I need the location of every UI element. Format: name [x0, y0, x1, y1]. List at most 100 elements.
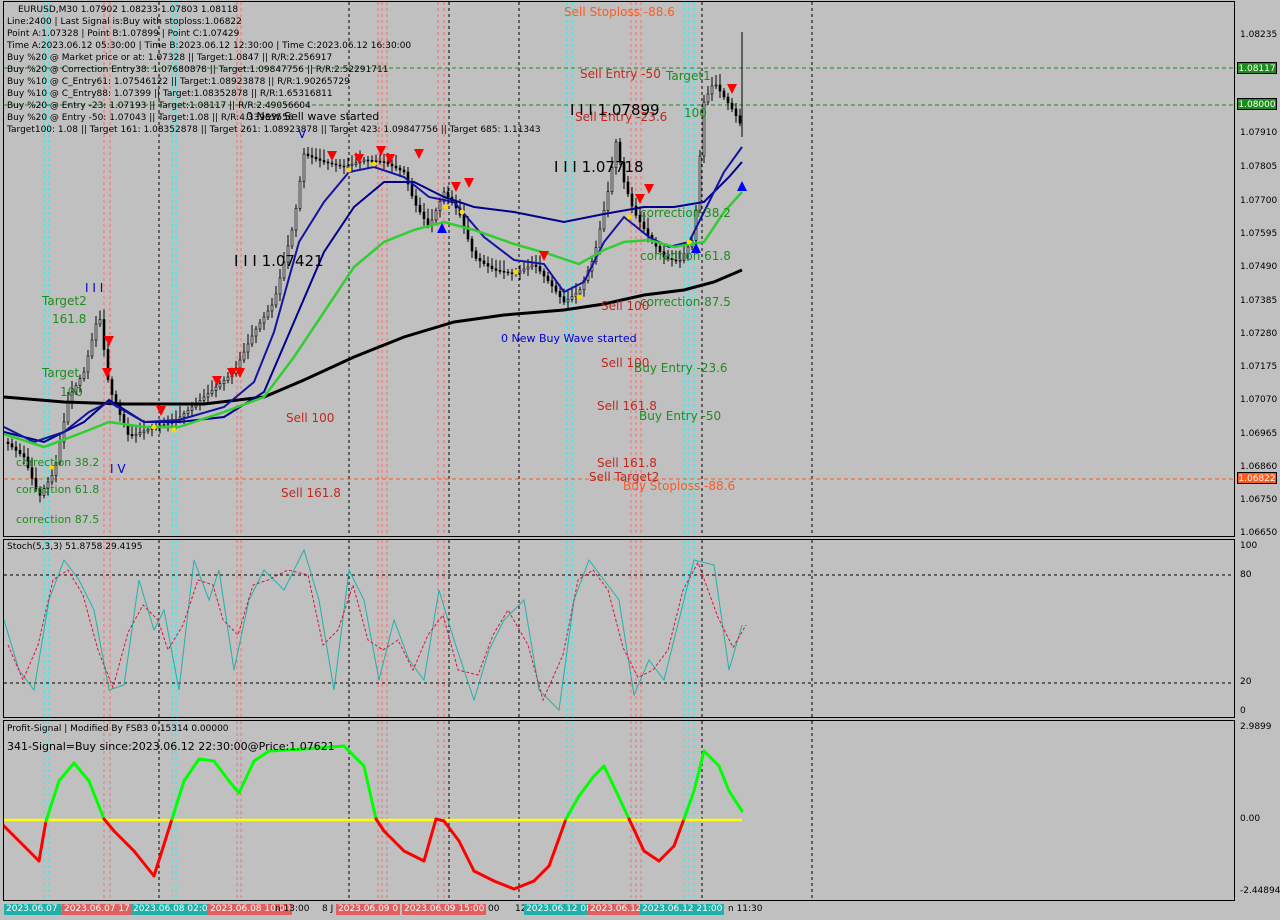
candle-body: [426, 218, 430, 226]
candle-body: [306, 153, 310, 156]
profit-down-segment: [547, 817, 568, 868]
time-label: 2023.06.12 21:00: [640, 904, 725, 915]
signal-star: [459, 209, 465, 215]
candle-body: [438, 201, 442, 211]
candle-body: [374, 160, 378, 163]
candle-body: [530, 264, 534, 268]
candle-body: [342, 165, 346, 168]
info-line-3: Time A:2023.06.12 05:30:00 | Time B:2023…: [7, 41, 412, 51]
profit-down-segment: [457, 839, 476, 873]
candle-body: [550, 280, 554, 287]
candle-body: [498, 270, 502, 272]
info-line-7: Buy %10 @ C_Entry88: 1.07399 || Target:1…: [7, 89, 333, 99]
stoch-signal-line: [7, 561, 747, 702]
candle-body: [706, 93, 710, 103]
profit-tick: 2.9899: [1240, 722, 1272, 732]
profit-down-segment: [672, 817, 686, 848]
profit-down-segment: [152, 817, 174, 878]
profit-down-segment: [132, 849, 156, 878]
profit-down-segment: [657, 844, 676, 863]
candle-body: [238, 359, 242, 369]
stochastic-canvas[interactable]: [4, 540, 1235, 718]
candle-body: [566, 299, 570, 303]
candle-body: [318, 158, 322, 161]
candle-body: [18, 450, 22, 454]
candle-body: [598, 228, 602, 248]
target-100-left-label: 100: [60, 385, 83, 399]
candle-body: [206, 393, 210, 398]
price-tick: 1.06650: [1240, 528, 1278, 538]
candle-body: [162, 424, 166, 426]
profit-title: Profit-Signal | Modified By FSB3 0.15314…: [7, 724, 229, 734]
candle-body: [310, 155, 314, 158]
profit-up-segment: [197, 757, 216, 763]
info-line-4: Buy %20 @ Market price or at: 1.07328 ||…: [7, 53, 333, 63]
stoch-title: Stoch(5,3,3) 51.8758 29.4195: [7, 542, 143, 552]
candle-body: [482, 260, 486, 264]
profit-up-segment: [592, 764, 606, 778]
profit-up-segment: [602, 764, 618, 793]
candle-body: [710, 85, 714, 95]
candle-body: [246, 343, 250, 353]
price-box-stoploss: 1.06822: [1237, 472, 1277, 484]
candle-body: [730, 102, 734, 110]
signal-star: [371, 161, 377, 167]
candle-body: [506, 271, 510, 274]
candle-body: [214, 386, 218, 391]
candle-body: [350, 163, 354, 166]
candle-body: [258, 322, 262, 330]
candle-body: [290, 229, 294, 247]
candle-body: [98, 319, 102, 325]
target-left-label: Target: [42, 366, 80, 380]
candle-body: [218, 383, 222, 388]
candle-body: [510, 272, 514, 275]
candle-body: [50, 475, 54, 483]
candle-body: [418, 205, 422, 213]
profit-down-segment: [402, 849, 426, 863]
candle-body: [478, 257, 482, 262]
stochastic-pane[interactable]: [3, 539, 1235, 718]
candle-body: [390, 163, 394, 167]
candle-body: [274, 293, 278, 306]
time-label: n 13:00: [275, 904, 310, 914]
candle-body: [434, 210, 438, 221]
correction-875-left: correction 87.5: [16, 513, 100, 526]
profit-up-segment: [702, 749, 721, 768]
price-tick: 1.07385: [1240, 296, 1278, 306]
candle-body: [210, 390, 214, 394]
candle-body: [626, 181, 630, 195]
price-box-target100: 1.08000: [1237, 98, 1277, 110]
candle-body: [166, 423, 170, 425]
profit-up-segment: [727, 789, 744, 813]
signal-star: [626, 214, 632, 220]
candle-body: [14, 446, 18, 451]
candle-body: [6, 441, 10, 444]
candle-body: [546, 275, 550, 282]
candle-body: [558, 291, 562, 297]
candle-body: [570, 296, 574, 300]
correction-382-left: correction 38.2: [16, 456, 100, 469]
candle-body: [486, 263, 490, 267]
candle-body: [134, 433, 138, 437]
candle-body: [90, 339, 94, 357]
info-line-2: Point A:1.07328 | Point B:1.07899 | Poin…: [7, 29, 240, 39]
info-line-1: Line:2400 | Last Signal is:Buy with stop…: [7, 17, 242, 27]
time-label: 8 J: [322, 904, 334, 914]
candle-body: [222, 380, 226, 384]
candle-body: [534, 264, 538, 267]
target-100-label: 100: [684, 106, 707, 120]
price-tick: 1.07595: [1240, 229, 1278, 239]
wave-iii-label: I I I: [85, 281, 104, 295]
profit-up-segment: [717, 764, 731, 793]
candle-body: [630, 193, 634, 207]
candle-body: [382, 161, 386, 163]
sell-entry-50-label: Sell Entry -50: [580, 67, 661, 81]
candle-body: [578, 289, 582, 295]
correction-382-right: correction 38.2: [640, 206, 731, 220]
candle-body: [354, 162, 358, 165]
candle-body: [334, 163, 338, 166]
signal-star: [151, 424, 157, 430]
profit-up-segment: [57, 761, 76, 783]
candle-body: [538, 266, 542, 272]
info-line-10: Target100: 1.08 || Target 161: 1.0835287…: [7, 125, 541, 135]
